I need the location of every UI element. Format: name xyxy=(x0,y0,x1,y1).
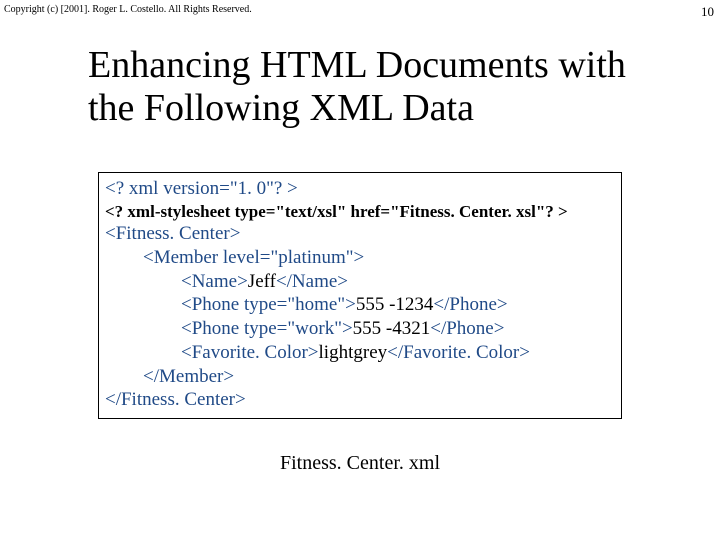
code-line: <Name>Jeff</Name> xyxy=(105,270,615,294)
code-line: <? xml-stylesheet type="text/xsl" href="… xyxy=(105,201,615,222)
code-caption: Fitness. Center. xml xyxy=(0,452,720,475)
code-line: <Phone type="home">555 -1234</Phone> xyxy=(105,293,615,317)
page-number: 10 xyxy=(701,4,714,20)
code-line: <Favorite. Color>lightgrey</Favorite. Co… xyxy=(105,341,615,365)
code-line: <Fitness. Center> xyxy=(105,222,615,246)
code-line: </Fitness. Center> xyxy=(105,388,615,412)
code-line: <Phone type="work">555 -4321</Phone> xyxy=(105,317,615,341)
slide-title: Enhancing HTML Documents with the Follow… xyxy=(88,44,680,129)
copyright-text: Copyright (c) [2001]. Roger L. Costello.… xyxy=(4,4,252,15)
code-line: <Member level="platinum"> xyxy=(105,246,615,270)
code-line: <? xml version="1. 0"? > xyxy=(105,177,615,201)
xml-code-block: <? xml version="1. 0"? > <? xml-styleshe… xyxy=(98,172,622,419)
code-line: </Member> xyxy=(105,365,615,389)
